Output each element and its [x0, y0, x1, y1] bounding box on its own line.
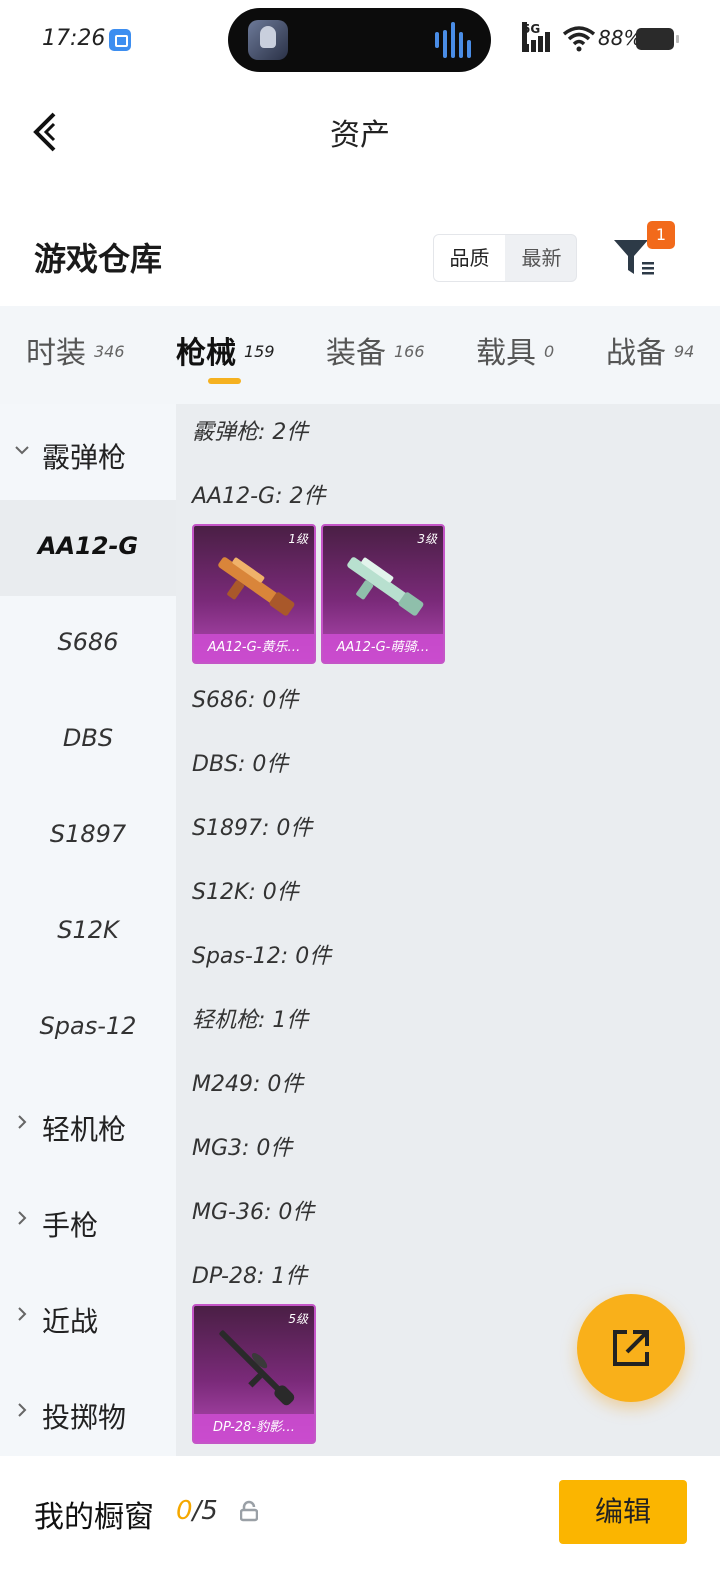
category-tabs: 时装 346 枪械 159 装备 166 载具 0 战备 94	[0, 306, 720, 404]
battery-icon	[636, 28, 679, 50]
section-header: 霰弹枪: 2件	[192, 420, 309, 445]
sidebar-group-shotgun[interactable]: 霰弹枪	[0, 404, 176, 500]
chevron-right-icon	[18, 1403, 27, 1417]
notification-app-icon	[109, 29, 131, 51]
chevron-right-icon	[18, 1307, 27, 1321]
subsection-header: DP-28: 1件	[192, 1264, 308, 1289]
subsection-header: MG-36: 0件	[192, 1200, 315, 1225]
chevron-right-icon	[18, 1115, 27, 1129]
wifi-icon	[562, 26, 596, 52]
chevron-right-icon	[18, 1211, 27, 1225]
item-card[interactable]: 1级 AA12-G-黄乐…	[192, 524, 316, 664]
sort-newest-button[interactable]: 最新	[506, 235, 576, 281]
subsection-header: S686: 0件	[192, 688, 299, 713]
subsection-header: S1897: 0件	[192, 816, 313, 841]
sidebar-item-s12k[interactable]: S12K	[0, 884, 176, 980]
showcase-title: 我的橱窗	[34, 1500, 154, 1535]
subsection-header: Spas-12: 0件	[192, 944, 332, 969]
section-header: 轻机枪: 1件	[192, 1008, 309, 1033]
tab-fashion[interactable]: 时装 346	[26, 328, 125, 372]
sidebar-item-dbs[interactable]: DBS	[0, 692, 176, 788]
item-name: AA12-G-萌骑…	[323, 634, 443, 662]
sidebar-item-aa12g[interactable]: AA12-G	[0, 500, 176, 596]
shotgun-icon	[218, 557, 295, 616]
showcase-bar: 我的橱窗 0/5 编辑	[0, 1456, 720, 1570]
subsection-header: AA12-G: 2件	[192, 484, 326, 509]
sort-toggle: 品质 最新	[433, 234, 577, 282]
sidebar-item-spas12[interactable]: Spas-12	[0, 980, 176, 1076]
app-header: 资产	[0, 80, 720, 180]
sidebar: 霰弹枪 AA12-G S686 DBS S1897 S12K Spas-12 轻…	[0, 404, 176, 1456]
lock-icon	[240, 1500, 258, 1522]
sidebar-group-throwables[interactable]: 投掷物	[0, 1364, 176, 1460]
warehouse-header: 游戏仓库 品质 最新 1	[0, 200, 720, 306]
album-art-icon	[248, 20, 288, 60]
sidebar-group-melee[interactable]: 近战	[0, 1268, 176, 1364]
sidebar-group-pistol[interactable]: 手枪	[0, 1172, 176, 1268]
edit-button[interactable]: 编辑	[559, 1480, 687, 1544]
sort-quality-button[interactable]: 品质	[434, 235, 505, 281]
status-bar: 17:26 5G 88%	[0, 0, 720, 80]
sidebar-group-lmg[interactable]: 轻机枪	[0, 1076, 176, 1172]
share-fab[interactable]	[577, 1294, 685, 1402]
shotgun-icon	[347, 557, 424, 616]
tab-equipment[interactable]: 装备 166	[326, 328, 425, 372]
page-title: 资产	[330, 118, 390, 153]
chevron-down-icon	[15, 446, 29, 455]
tab-supplies[interactable]: 战备 94	[606, 328, 694, 372]
subsection-header: S12K: 0件	[192, 880, 299, 905]
item-name: DP-28-豹影…	[194, 1414, 314, 1442]
machine-gun-icon	[219, 1330, 295, 1406]
subsection-header: DBS: 0件	[192, 752, 289, 777]
dynamic-island[interactable]	[228, 8, 491, 72]
tab-firearms[interactable]: 枪械 159	[176, 328, 275, 372]
warehouse-title: 游戏仓库	[34, 240, 163, 278]
external-link-icon	[613, 1330, 649, 1366]
item-card[interactable]: 5级 DP-28-豹影…	[192, 1304, 316, 1444]
item-name: AA12-G-黄乐…	[194, 634, 314, 662]
subsection-header: M249: 0件	[192, 1072, 304, 1097]
filter-count-badge: 1	[647, 221, 675, 249]
tab-vehicles[interactable]: 载具 0	[476, 328, 554, 372]
sidebar-item-s1897[interactable]: S1897	[0, 788, 176, 884]
sidebar-item-s686[interactable]: S686	[0, 596, 176, 692]
showcase-count: 0/5	[176, 1496, 218, 1526]
active-tab-indicator	[208, 378, 241, 384]
audio-wave-icon	[435, 22, 475, 58]
subsection-header: MG3: 0件	[192, 1136, 293, 1161]
status-time: 17:26	[42, 26, 106, 51]
item-card[interactable]: 3级 AA12-G-萌骑…	[321, 524, 445, 664]
signal-icon: 5G	[522, 22, 552, 52]
